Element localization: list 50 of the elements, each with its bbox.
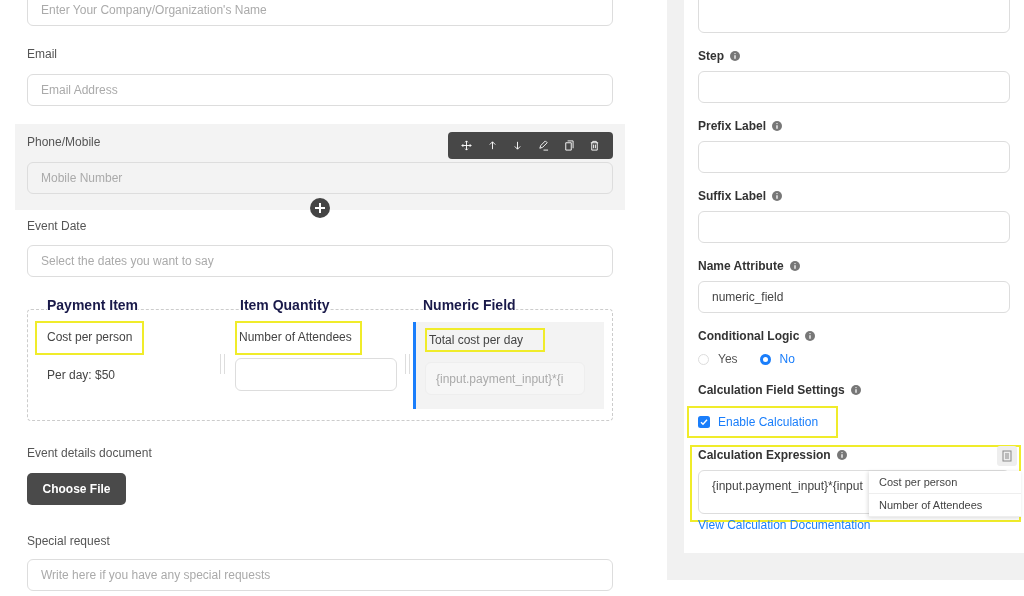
drag-handle[interactable]	[405, 354, 410, 374]
setting-label: Name Attribute	[698, 258, 784, 274]
setting-label: Prefix Label	[698, 118, 767, 134]
column-heading: Item Quantity	[240, 297, 330, 313]
field-block[interactable]: Phone/Mobile Mobile Number	[15, 124, 625, 210]
radio-option[interactable]: No	[759, 351, 795, 367]
input-field[interactable]	[235, 358, 397, 391]
setting-label: Calculation Expression	[698, 447, 831, 463]
trash-icon[interactable]	[588, 140, 600, 151]
input-field[interactable]	[698, 211, 1010, 243]
info-icon[interactable]	[789, 261, 800, 271]
drag-handle[interactable]	[220, 354, 225, 374]
setting-label: Conditional Logic	[698, 328, 800, 344]
add-field-icon[interactable]	[310, 198, 330, 218]
input-field[interactable]	[698, 71, 1010, 103]
edit-icon[interactable]	[537, 140, 549, 151]
info-icon[interactable]	[772, 121, 783, 131]
info-icon[interactable]	[836, 450, 847, 460]
input-field[interactable]	[698, 141, 1010, 173]
info-icon[interactable]	[730, 51, 740, 61]
checkbox[interactable]	[698, 416, 710, 428]
info-icon[interactable]	[772, 191, 782, 201]
setting-label: Calculation Field Settings	[698, 382, 845, 398]
column[interactable]: Number of Attendees	[235, 321, 405, 391]
menu-item[interactable]: Cost per person	[869, 471, 1021, 494]
checkbox-label[interactable]: Enable Calculation	[718, 415, 819, 429]
input-field[interactable]: numeric_field	[698, 281, 1010, 313]
field-label: Event Date	[27, 218, 87, 234]
radio-option[interactable]: Yes	[698, 351, 738, 367]
setting-label: Suffix Label	[698, 188, 766, 204]
item-price: Per day: $50	[47, 367, 117, 383]
column[interactable]: Cost per person Per day: $50	[35, 321, 220, 383]
column-heading: Payment Item	[47, 297, 139, 313]
field-label: Number of Attendees	[235, 321, 362, 355]
copy-icon[interactable]	[563, 140, 575, 151]
field-label: Event details document	[27, 445, 152, 461]
info-icon[interactable]	[850, 385, 861, 395]
setting-label: Step	[698, 48, 724, 64]
selected-column[interactable]: Total cost per day {input.payment_input}*{i	[413, 322, 604, 409]
field-label: Email	[27, 46, 57, 62]
info-icon[interactable]	[805, 331, 816, 341]
field-label: Phone/Mobile	[27, 134, 101, 150]
column-heading: Numeric Field	[423, 297, 516, 313]
documentation-link[interactable]: View Calculation Documentation	[698, 517, 871, 533]
field-label: Total cost per day	[425, 328, 546, 352]
field-label: Cost per person	[35, 321, 145, 355]
move-icon[interactable]	[461, 140, 473, 151]
field-label: Special request	[27, 533, 110, 549]
choose-file-button[interactable]: Choose File	[27, 473, 126, 505]
menu-item[interactable]: Number of Attendees	[869, 494, 1021, 517]
